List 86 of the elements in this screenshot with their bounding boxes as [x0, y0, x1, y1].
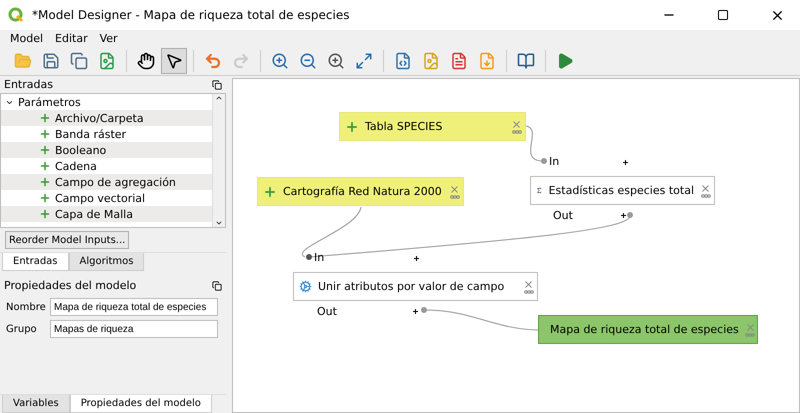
- image-file-icon: [422, 52, 440, 70]
- node-label: Mapa de riqueza total de especies: [550, 323, 739, 336]
- more-icon[interactable]: [700, 194, 710, 198]
- node-label: Estadísticas especies total: [548, 184, 694, 197]
- tree-item[interactable]: Campo de agregación: [1, 174, 212, 190]
- pointer-icon: [165, 52, 183, 70]
- delete-icon[interactable]: [700, 183, 711, 194]
- play-icon: [556, 52, 574, 70]
- plus-icon: [39, 112, 51, 124]
- select-tool-button[interactable]: [161, 48, 187, 74]
- hand-icon: [137, 52, 155, 70]
- port-dot: [541, 158, 547, 164]
- save-icon: [42, 52, 60, 70]
- scroll-down-icon[interactable]: [215, 219, 223, 227]
- plus-icon: [263, 184, 277, 198]
- undo-icon: [204, 52, 222, 70]
- input-node[interactable]: Tabla SPECIES: [339, 112, 526, 141]
- field-label: Nombre: [6, 302, 46, 312]
- tab[interactable]: Variables: [2, 395, 70, 413]
- text-field[interactable]: Mapas de riqueza: [50, 320, 218, 338]
- magnifier-icon: [327, 52, 345, 70]
- add-icon[interactable]: [413, 309, 418, 314]
- tab[interactable]: Algoritmos: [68, 253, 144, 271]
- scroll-up-icon[interactable]: [215, 94, 223, 102]
- port-label: Out: [553, 209, 573, 222]
- delete-icon[interactable]: [511, 119, 522, 130]
- plus-icon: [39, 176, 51, 188]
- menu-item[interactable]: Editar: [51, 32, 92, 44]
- image-file-icon: [98, 52, 116, 70]
- node-label: Tabla SPECIES: [365, 120, 444, 133]
- add-icon[interactable]: [623, 160, 628, 165]
- tab[interactable]: Propiedades del modelo: [70, 395, 212, 413]
- port-label: Out: [317, 305, 337, 318]
- more-icon[interactable]: [512, 130, 522, 134]
- port-dot: [421, 307, 427, 313]
- zoom-in-icon: [271, 52, 289, 70]
- plus-icon: [345, 120, 359, 134]
- add-icon[interactable]: [414, 256, 419, 261]
- app-logo-icon: [8, 7, 24, 23]
- float-icon[interactable]: [212, 280, 222, 290]
- code-file-icon: [394, 52, 412, 70]
- folder-icon: [14, 52, 32, 70]
- expand-arrows-icon: [355, 52, 373, 70]
- add-icon[interactable]: [621, 213, 626, 218]
- copy-icon: [70, 52, 88, 70]
- plus-icon: [39, 128, 51, 140]
- float-icon[interactable]: [212, 80, 222, 90]
- menu-item[interactable]: Model: [6, 32, 48, 44]
- text-field[interactable]: Mapa de riqueza total de especies: [50, 298, 218, 316]
- panel-title: Entradas: [4, 78, 53, 91]
- field-label: Grupo: [6, 324, 38, 334]
- port-label: In: [314, 251, 324, 264]
- menu-item[interactable]: Ver: [96, 32, 122, 44]
- zoom-out-icon: [299, 52, 317, 70]
- delete-icon[interactable]: [523, 279, 534, 290]
- tab[interactable]: Entradas: [2, 253, 69, 271]
- redo-icon: [232, 52, 250, 70]
- port-dot: [627, 212, 633, 218]
- tree-item[interactable]: Archivo/Carpeta: [1, 110, 212, 126]
- tree-item[interactable]: Booleano: [1, 142, 212, 158]
- algorithm-node[interactable]: Unir atributos por valor de campo: [293, 272, 538, 301]
- tree-item[interactable]: Capa de Malla: [1, 206, 212, 222]
- plus-icon: [39, 208, 51, 220]
- port-dot: [306, 254, 312, 260]
- connector-line: [526, 126, 542, 162]
- window-title: *Model Designer - Mapa de riqueza total de especies: [32, 8, 350, 22]
- scrollbar[interactable]: [212, 94, 225, 227]
- book-icon: [517, 52, 535, 70]
- panel-title: Propiedades del modelo: [4, 279, 136, 292]
- port-label: In: [549, 155, 560, 168]
- node-label: Unir atributos por valor de campo: [318, 280, 506, 293]
- plus-icon: [39, 144, 51, 156]
- node-label: Cartografía Red Natura 2000: [283, 185, 443, 198]
- maximize-icon: [717, 9, 729, 21]
- input-node[interactable]: Cartografía Red Natura 2000: [257, 177, 464, 206]
- more-icon[interactable]: [450, 195, 460, 199]
- tree-node[interactable]: Parámetros: [1, 94, 212, 110]
- reorder-inputs-button[interactable]: Reorder Model Inputs...: [5, 231, 130, 249]
- more-icon[interactable]: [524, 290, 534, 294]
- download-file-icon: [478, 52, 496, 70]
- delete-icon[interactable]: [449, 184, 460, 195]
- gear-icon: [299, 280, 312, 293]
- algorithm-node[interactable]: Estadísticas especies total: [530, 176, 715, 205]
- text-file-icon: [450, 52, 468, 70]
- plus-icon: [39, 192, 51, 204]
- plus-icon: [39, 160, 51, 172]
